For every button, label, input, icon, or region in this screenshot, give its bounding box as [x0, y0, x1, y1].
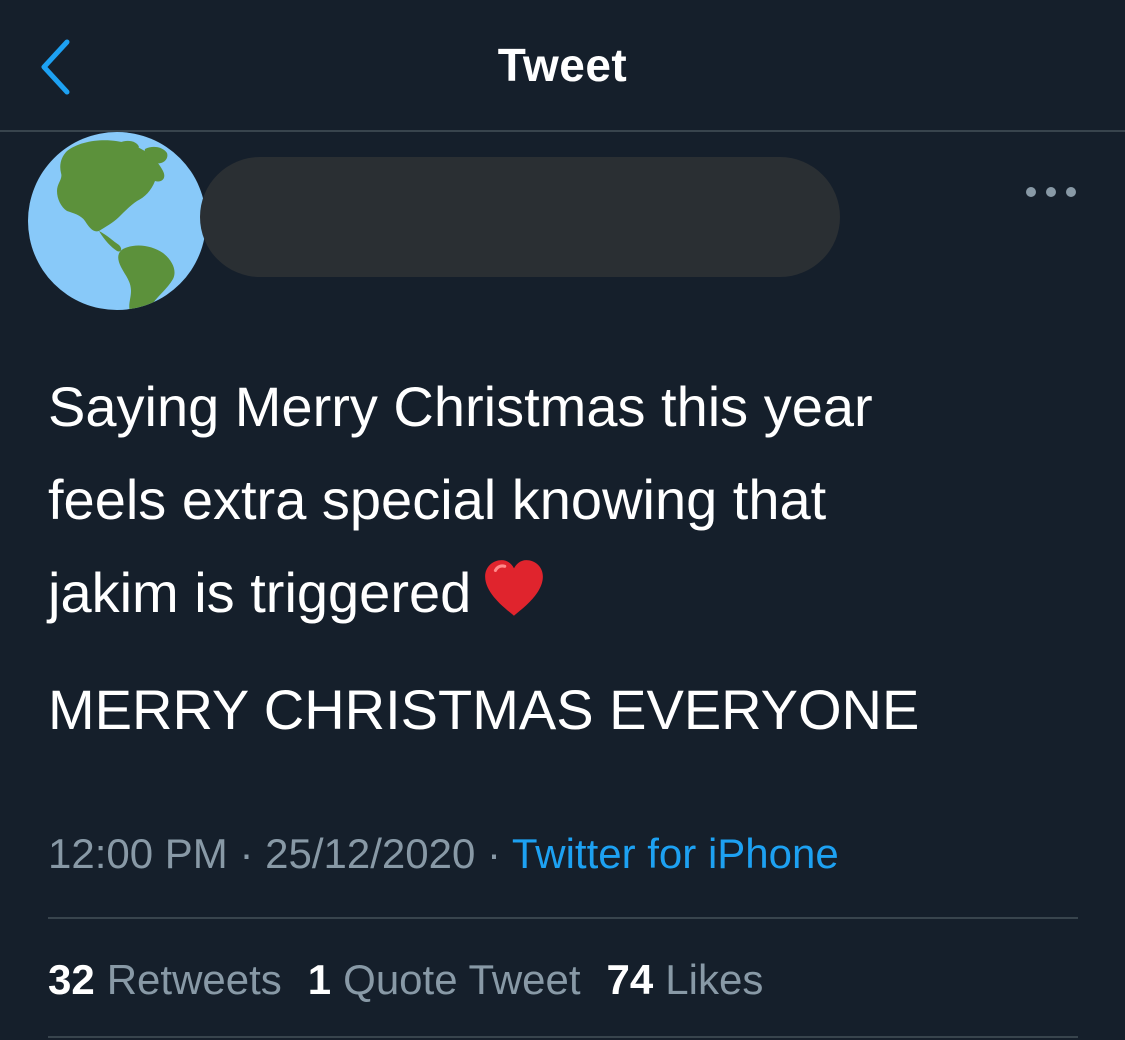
tweet-meta: 12:00 PM · 25/12/2020 · Twitter for iPho… [48, 826, 1078, 882]
divider [48, 917, 1078, 919]
quote-tweets-stat[interactable]: 1 Quote Tweet [308, 952, 581, 1008]
red-heart-emoji-icon [485, 560, 544, 616]
tweet-detail-screen: Tweet Saying Merry Christmas this year f… [0, 0, 1125, 1040]
redacted-username-block [200, 157, 840, 277]
page-title: Tweet [497, 39, 628, 91]
quote-tweets-count: 1 [307, 956, 332, 1003]
top-nav-bar: Tweet [0, 0, 1125, 132]
ellipsis-icon [1026, 187, 1076, 197]
avatar[interactable] [27, 131, 207, 311]
likes-count: 74 [606, 956, 654, 1003]
tweet-text: Saying Merry Christmas this year feels e… [48, 360, 1078, 639]
more-options-button[interactable] [1024, 178, 1078, 206]
globe-americas-icon [28, 132, 206, 310]
divider [48, 1036, 1078, 1038]
likes-label: Likes [665, 956, 764, 1003]
tweet-stats: 32 Retweets 1 Quote Tweet 74 Likes [48, 952, 1078, 1008]
tweet-source-link[interactable]: Twitter for iPhone [512, 830, 839, 877]
likes-stat[interactable]: 74 Likes [607, 952, 764, 1008]
meta-separator: · [475, 830, 512, 877]
tweet-time: 12:00 PM [48, 830, 228, 877]
retweets-count: 32 [48, 956, 95, 1003]
tweet-date: 25/12/2020 [265, 830, 476, 877]
meta-separator: · [227, 830, 266, 877]
retweets-stat[interactable]: 32 Retweets [48, 952, 282, 1008]
quote-tweets-label: Quote Tweet [343, 956, 581, 1003]
retweets-label: Retweets [106, 956, 282, 1003]
tweet-text-line: Saying Merry Christmas this year feels e… [48, 375, 873, 624]
tweet-text-second-paragraph: MERRY CHRISTMAS EVERYONE [48, 678, 920, 741]
